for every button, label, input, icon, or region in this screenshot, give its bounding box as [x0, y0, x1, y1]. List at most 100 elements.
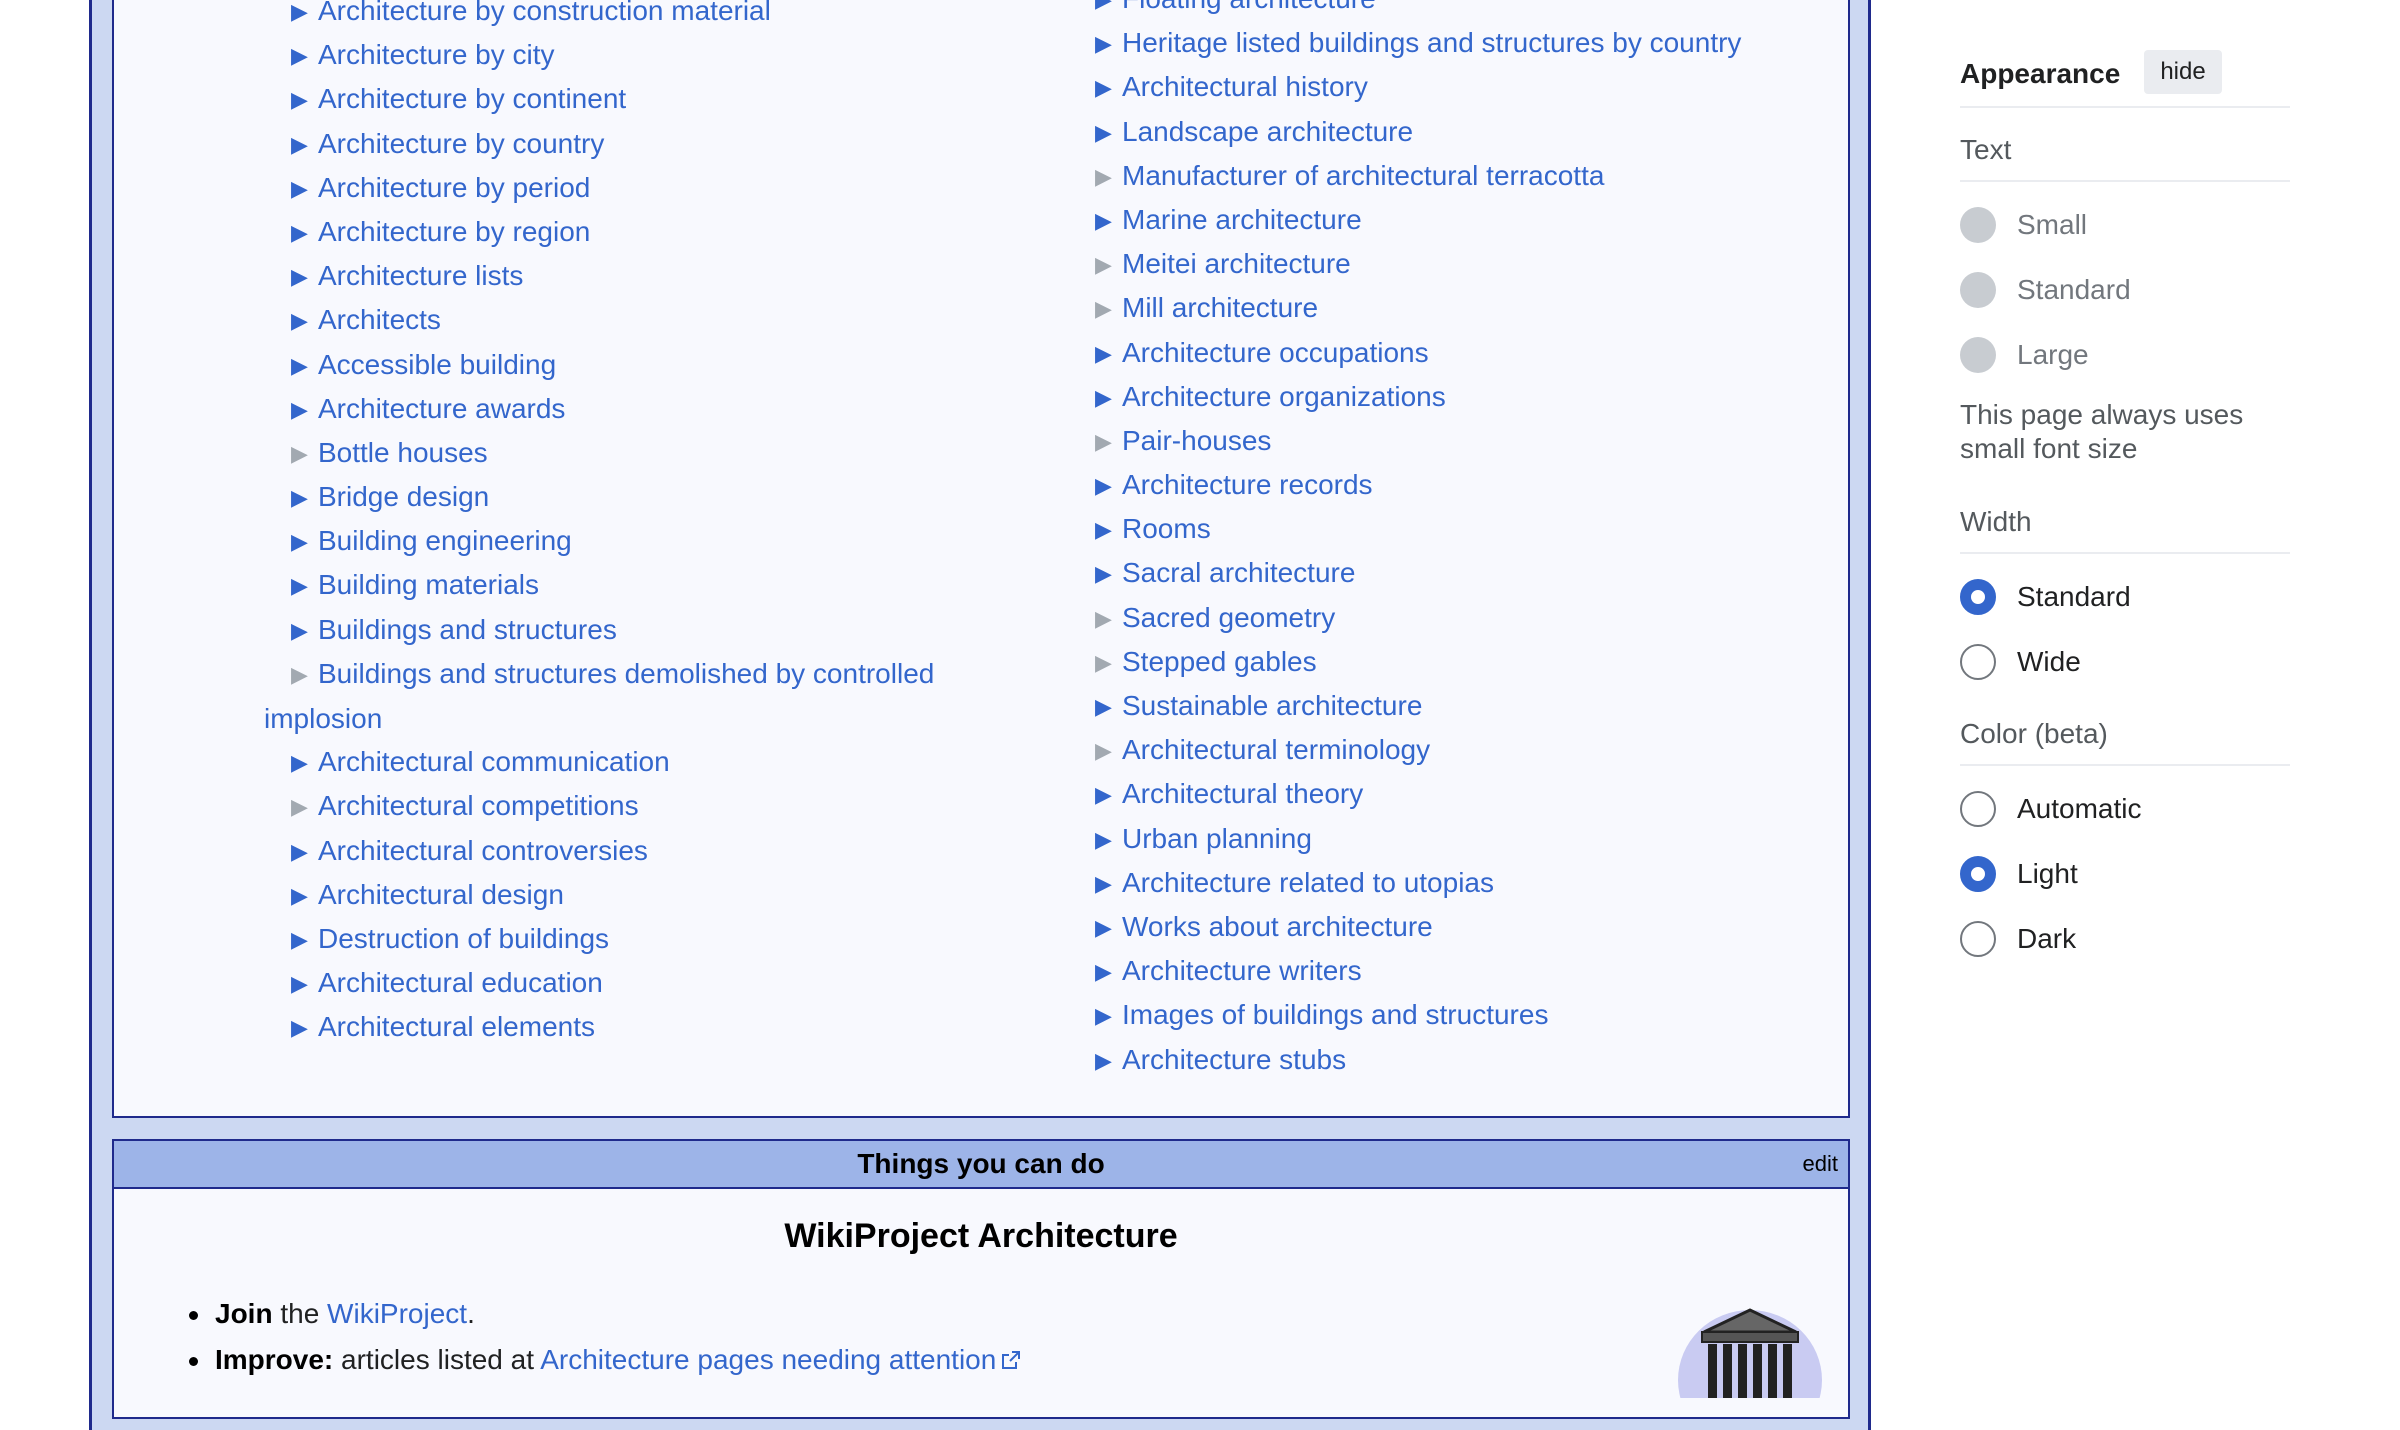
- triangle-right-icon[interactable]: ▶: [1095, 818, 1122, 862]
- category-link[interactable]: Architectural theory: [1122, 778, 1363, 809]
- category-link[interactable]: Architectural terminology: [1122, 734, 1430, 765]
- category-link-continuation[interactable]: implosion: [264, 703, 382, 734]
- triangle-right-icon[interactable]: ▶: [1095, 199, 1122, 243]
- triangle-right-icon[interactable]: ▶: [291, 344, 318, 388]
- triangle-right-icon[interactable]: ▶: [291, 741, 318, 785]
- category-link[interactable]: Architecture by country: [318, 128, 604, 159]
- category-link[interactable]: Urban planning: [1122, 823, 1312, 854]
- radio-width-standard[interactable]: [1960, 579, 1996, 615]
- triangle-right-icon: ▶: [1095, 163, 1112, 189]
- triangle-right-icon[interactable]: ▶: [291, 962, 318, 1006]
- category-item: ▶ Architecture stubs: [1095, 1038, 1915, 1082]
- category-link[interactable]: Architectural communication: [318, 746, 670, 777]
- triangle-right-icon[interactable]: ▶: [1095, 1039, 1122, 1083]
- triangle-right-icon[interactable]: ▶: [1095, 508, 1122, 552]
- category-link[interactable]: Architectural design: [318, 879, 564, 910]
- radio-width-wide[interactable]: [1960, 644, 1996, 680]
- category-link[interactable]: Rooms: [1122, 513, 1211, 544]
- category-link[interactable]: Architecture lists: [318, 260, 523, 291]
- category-link[interactable]: Architectural history: [1122, 71, 1368, 102]
- triangle-right-icon[interactable]: ▶: [1095, 862, 1122, 906]
- category-link[interactable]: Manufacturer of architectural terracotta: [1122, 160, 1604, 191]
- radio-color-dark[interactable]: [1960, 921, 1996, 957]
- category-link[interactable]: Heritage listed buildings and structures…: [1122, 27, 1741, 58]
- category-link[interactable]: Works about architecture: [1122, 911, 1433, 942]
- category-link[interactable]: Stepped gables: [1122, 646, 1317, 677]
- category-link[interactable]: Marine architecture: [1122, 204, 1362, 235]
- category-link[interactable]: Buildings and structures: [318, 614, 617, 645]
- category-link[interactable]: Sustainable architecture: [1122, 690, 1422, 721]
- pages-needing-attention-link[interactable]: Architecture pages needing attention: [540, 1344, 996, 1375]
- category-link[interactable]: Building materials: [318, 569, 539, 600]
- category-link[interactable]: Architectural education: [318, 967, 603, 998]
- category-link[interactable]: Floating architecture: [1122, 0, 1376, 14]
- triangle-right-icon[interactable]: ▶: [1095, 906, 1122, 950]
- triangle-right-icon[interactable]: ▶: [1095, 22, 1122, 66]
- category-link[interactable]: Building engineering: [318, 525, 572, 556]
- radio-color-light[interactable]: [1960, 856, 1996, 892]
- triangle-right-icon[interactable]: ▶: [291, 123, 318, 167]
- category-link[interactable]: Architecture by region: [318, 216, 590, 247]
- category-link[interactable]: Architecture awards: [318, 393, 565, 424]
- triangle-right-icon[interactable]: ▶: [291, 388, 318, 432]
- triangle-right-icon[interactable]: ▶: [291, 520, 318, 564]
- category-link[interactable]: Architecture records: [1122, 469, 1373, 500]
- category-link[interactable]: Architecture occupations: [1122, 337, 1429, 368]
- triangle-right-icon[interactable]: ▶: [291, 78, 318, 122]
- things-header-title: Things you can do: [857, 1148, 1105, 1179]
- category-link[interactable]: Destruction of buildings: [318, 923, 609, 954]
- category-link[interactable]: Accessible building: [318, 349, 556, 380]
- triangle-right-icon[interactable]: ▶: [1095, 464, 1122, 508]
- category-link[interactable]: Mill architecture: [1122, 292, 1318, 323]
- triangle-right-icon[interactable]: ▶: [291, 255, 318, 299]
- triangle-right-icon[interactable]: ▶: [1095, 111, 1122, 155]
- category-link[interactable]: Architects: [318, 304, 441, 335]
- category-link[interactable]: Architecture related to utopias: [1122, 867, 1494, 898]
- hide-button[interactable]: hide: [2144, 50, 2222, 94]
- triangle-right-icon[interactable]: ▶: [291, 211, 318, 255]
- triangle-right-icon[interactable]: ▶: [291, 34, 318, 78]
- category-link[interactable]: Buildings and structures demolished by c…: [318, 658, 934, 689]
- triangle-right-icon[interactable]: ▶: [291, 0, 318, 34]
- category-link[interactable]: Architecture writers: [1122, 955, 1362, 986]
- category-link[interactable]: Pair-houses: [1122, 425, 1271, 456]
- category-link[interactable]: Architecture by city: [318, 39, 555, 70]
- category-link[interactable]: Architecture organizations: [1122, 381, 1446, 412]
- category-link[interactable]: Bottle houses: [318, 437, 488, 468]
- triangle-right-icon[interactable]: ▶: [1095, 66, 1122, 110]
- triangle-right-icon[interactable]: ▶: [1095, 773, 1122, 817]
- category-link[interactable]: Bridge design: [318, 481, 489, 512]
- category-link[interactable]: Architectural elements: [318, 1011, 595, 1042]
- category-link[interactable]: Architectural controversies: [318, 835, 648, 866]
- category-link[interactable]: Architecture by construction material: [318, 0, 771, 26]
- category-link[interactable]: Architecture by period: [318, 172, 590, 203]
- category-link[interactable]: Architecture stubs: [1122, 1044, 1346, 1075]
- radio-small: [1960, 207, 1996, 243]
- category-link[interactable]: Sacral architecture: [1122, 557, 1355, 588]
- triangle-right-icon[interactable]: ▶: [291, 476, 318, 520]
- triangle-right-icon[interactable]: ▶: [291, 830, 318, 874]
- category-link[interactable]: Meitei architecture: [1122, 248, 1351, 279]
- triangle-right-icon[interactable]: ▶: [1095, 376, 1122, 420]
- triangle-right-icon[interactable]: ▶: [291, 918, 318, 962]
- category-link[interactable]: Sacred geometry: [1122, 602, 1335, 633]
- triangle-right-icon[interactable]: ▶: [291, 564, 318, 608]
- category-link[interactable]: Architecture by continent: [318, 83, 626, 114]
- triangle-right-icon[interactable]: ▶: [291, 299, 318, 343]
- triangle-right-icon[interactable]: ▶: [1095, 0, 1122, 22]
- edit-link[interactable]: edit: [1803, 1141, 1838, 1187]
- category-link[interactable]: Architectural competitions: [318, 790, 639, 821]
- triangle-right-icon[interactable]: ▶: [1095, 552, 1122, 596]
- radio-color-automatic[interactable]: [1960, 791, 1996, 827]
- triangle-right-icon[interactable]: ▶: [291, 874, 318, 918]
- category-link[interactable]: Landscape architecture: [1122, 116, 1413, 147]
- triangle-right-icon[interactable]: ▶: [291, 167, 318, 211]
- category-link[interactable]: Images of buildings and structures: [1122, 999, 1548, 1030]
- triangle-right-icon[interactable]: ▶: [291, 1006, 318, 1050]
- triangle-right-icon[interactable]: ▶: [1095, 950, 1122, 994]
- triangle-right-icon[interactable]: ▶: [1095, 332, 1122, 376]
- triangle-right-icon[interactable]: ▶: [1095, 685, 1122, 729]
- wikiproject-link[interactable]: WikiProject: [327, 1298, 467, 1329]
- triangle-right-icon[interactable]: ▶: [1095, 994, 1122, 1038]
- triangle-right-icon[interactable]: ▶: [291, 609, 318, 653]
